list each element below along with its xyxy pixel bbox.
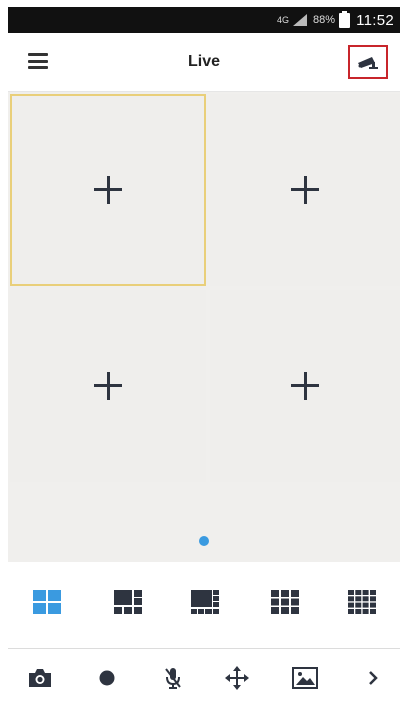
status-bar: 4G 88% 11:52 [8,7,400,33]
plus-icon[interactable] [291,372,319,400]
ptz-move-icon [225,666,249,690]
plus-icon[interactable] [94,372,122,400]
microphone-muted-icon [165,668,181,689]
record-icon [99,670,115,686]
app-header: Live [8,33,400,92]
network-type: 4G [277,15,290,25]
battery-icon [339,10,351,28]
page-indicator-dot [199,536,209,546]
video-tile-3[interactable] [10,290,206,482]
layout-6-icon [114,590,142,614]
video-tile-4[interactable] [210,290,400,482]
snapshot-button[interactable] [27,665,53,691]
record-button[interactable] [94,665,120,691]
live-view-grid [8,92,400,562]
camera-snapshot-icon [29,669,51,687]
more-button[interactable] [360,665,386,691]
layout-4-icon [33,590,61,614]
image-quality-button[interactable] [291,665,318,691]
chevron-right-icon [369,671,378,685]
layout-16-button[interactable] [348,590,376,614]
clock: 11:52 [356,11,394,29]
video-tile-2[interactable] [210,94,400,286]
battery-percent: 88% [313,14,336,26]
layout-16-icon [348,590,376,614]
layout-selector [8,574,400,630]
layout-8-icon [191,590,219,614]
layout-9-icon [271,590,299,614]
page-title: Live [187,53,220,70]
signal-strength-icon [293,14,308,26]
image-quality-icon [292,667,318,689]
camera-device-icon [358,57,378,69]
ptz-button[interactable] [224,665,250,691]
audio-button[interactable] [160,665,186,691]
plus-icon[interactable] [291,176,319,204]
video-tile-1[interactable] [10,94,206,286]
layout-8-button[interactable] [191,590,219,614]
layout-9-button[interactable] [271,590,299,614]
bottom-toolbar [8,648,400,704]
plus-icon[interactable] [94,176,122,204]
layout-6-button[interactable] [114,590,142,614]
layout-4-button[interactable] [33,590,61,614]
device-list-button[interactable] [348,45,388,79]
